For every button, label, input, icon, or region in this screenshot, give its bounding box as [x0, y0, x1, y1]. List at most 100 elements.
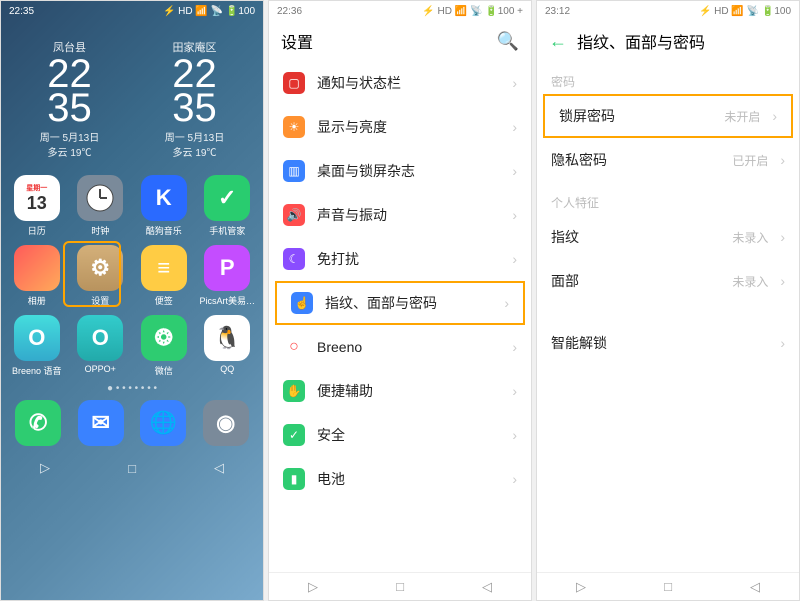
settings-row[interactable]: ○ Breeno › — [269, 325, 531, 369]
nav-back-icon[interactable]: ◁ — [750, 579, 760, 595]
header: ← 指纹、面部与密码 — [537, 21, 799, 61]
camera-icon: ◉ — [203, 400, 249, 446]
app-label: PicsArt美易… — [199, 294, 255, 307]
app-wechat[interactable]: ❂ 微信 — [134, 315, 194, 377]
row-value: 已开启 — [732, 152, 768, 169]
app-label: 手机管家 — [209, 224, 245, 237]
app-kugou[interactable]: K 酷狗音乐 — [134, 175, 194, 237]
breeno-icon: O — [14, 315, 60, 361]
settings-row[interactable]: ☀ 显示与亮度 › — [269, 105, 531, 149]
page-title: 指纹、面部与密码 — [577, 29, 787, 53]
settings-row[interactable]: ✓ 安全 › — [269, 413, 531, 457]
settings-row[interactable]: ▥ 桌面与锁屏杂志 › — [269, 149, 531, 193]
app-guard[interactable]: ✓ 手机管家 — [198, 175, 258, 237]
row-icon: ▮ — [283, 468, 305, 490]
status-bar: 22:36 ⚡ HD 📶 📡 🔋100 + — [269, 1, 531, 21]
chevron-right-icon: › — [512, 75, 517, 91]
nav-recent-icon[interactable]: ◁ — [40, 460, 50, 476]
settings-row[interactable]: 🔊 声音与振动 › — [269, 193, 531, 237]
clock-widget[interactable]: 田家庵区 22 35 周一 5月13日 多云 19℃ — [165, 39, 224, 159]
kugou-icon: K — [141, 175, 187, 221]
msg-icon: ✉ — [78, 400, 124, 446]
app-label: OPPO+ — [85, 364, 116, 374]
nav-home-icon[interactable]: □ — [128, 461, 136, 476]
app-label: QQ — [220, 364, 234, 374]
status-bar: 23:12 ⚡ HD 📶 📡 🔋100 — [537, 1, 799, 21]
dock-camera[interactable]: ◉ — [203, 400, 249, 446]
nav-bar: ◁ □ ◁ — [1, 454, 263, 482]
settings-row[interactable]: ▮ 电池 › — [269, 457, 531, 501]
dock-msg[interactable]: ✉ — [78, 400, 124, 446]
chevron-right-icon: › — [780, 229, 785, 245]
row-label: 声音与振动 — [317, 205, 500, 225]
notes-icon: ≡ — [141, 245, 187, 291]
nav-home-icon[interactable]: □ — [664, 579, 672, 594]
settings-row[interactable]: ☾ 免打扰 › — [269, 237, 531, 281]
search-icon[interactable]: 🔍 — [497, 31, 519, 52]
app-gallery[interactable]: 相册 — [7, 245, 67, 307]
widget-minute: 35 — [40, 91, 99, 125]
dock-phone[interactable]: ✆ — [15, 400, 61, 446]
chevron-right-icon: › — [512, 251, 517, 267]
app-label: 日历 — [28, 224, 46, 237]
app-calendar[interactable]: 星期一13 日历 — [7, 175, 67, 237]
settings-row[interactable]: 锁屏密码 未开启 › — [543, 94, 793, 138]
settings-row[interactable]: ☝ 指纹、面部与密码 › — [275, 281, 525, 325]
section-header-biometrics: 个人特征 — [537, 182, 799, 215]
settings-list: ▢ 通知与状态栏 › ☀ 显示与亮度 › ▥ 桌面与锁屏杂志 › 🔊 声音与振动… — [269, 61, 531, 572]
nav-back-icon[interactable]: ◁ — [214, 460, 224, 476]
app-label: 时钟 — [91, 224, 109, 237]
settings-row[interactable]: ▢ 通知与状态栏 › — [269, 61, 531, 105]
nav-home-icon[interactable]: □ — [396, 579, 404, 594]
settings-row[interactable]: 面部 未录入 › — [537, 259, 799, 303]
row-label: 免打扰 — [317, 249, 500, 269]
settings-row[interactable]: 隐私密码 已开启 › — [537, 138, 799, 182]
row-label: 指纹 — [551, 227, 720, 247]
row-label: 便捷辅助 — [317, 381, 500, 401]
widget-location: 凤台县 — [40, 39, 99, 55]
row-label: 面部 — [551, 271, 720, 291]
chevron-right-icon: › — [780, 335, 785, 351]
settings-row[interactable]: 智能解锁 › — [537, 321, 799, 365]
settings-row[interactable]: 指纹 未录入 › — [537, 215, 799, 259]
app-notes[interactable]: ≡ 便签 — [134, 245, 194, 307]
app-breeno[interactable]: O Breeno 语音 — [7, 315, 67, 377]
chevron-right-icon: › — [512, 339, 517, 355]
app-picsart[interactable]: P PicsArt美易… — [198, 245, 258, 307]
status-time: 22:35 — [9, 6, 34, 17]
settings-row[interactable]: ✋ 便捷辅助 › — [269, 369, 531, 413]
app-label: 酷狗音乐 — [146, 224, 182, 237]
nav-recent-icon[interactable]: ◁ — [576, 579, 586, 595]
chevron-right-icon: › — [512, 471, 517, 487]
settings-icon: ⚙ — [77, 245, 123, 291]
phone-settings-screen: 22:36 ⚡ HD 📶 📡 🔋100 + 设置 🔍 ▢ 通知与状态栏 › ☀ … — [268, 0, 532, 601]
row-icon: ▥ — [283, 160, 305, 182]
row-icon: ☀ — [283, 116, 305, 138]
row-icon: ▢ — [283, 72, 305, 94]
app-qq[interactable]: 🐧 QQ — [198, 315, 258, 377]
app-settings[interactable]: ⚙ 设置 — [71, 245, 131, 307]
dock-browser[interactable]: 🌐 — [140, 400, 186, 446]
app-label: Breeno 语音 — [12, 364, 62, 377]
clock-widget[interactable]: 凤台县 22 35 周一 5月13日 多云 19℃ — [40, 39, 99, 159]
nav-back-icon[interactable]: ◁ — [482, 579, 492, 595]
row-label: 桌面与锁屏杂志 — [317, 161, 500, 181]
chevron-right-icon: › — [512, 207, 517, 223]
back-icon[interactable]: ← — [549, 31, 567, 52]
widget-minute: 35 — [165, 91, 224, 125]
page-indicator: ● • • • • • • • — [1, 377, 263, 396]
status-indicators: ⚡ HD 📶 📡 🔋100 — [163, 6, 255, 17]
dock: ✆ ✉ 🌐 ◉ — [1, 396, 263, 454]
nav-recent-icon[interactable]: ◁ — [308, 579, 318, 595]
app-clock[interactable]: 时钟 — [71, 175, 131, 237]
chevron-right-icon: › — [780, 273, 785, 289]
settings-list: 密码 锁屏密码 未开启 › 隐私密码 已开启 › 个人特征 指纹 未录入 › 面… — [537, 61, 799, 572]
status-indicators: ⚡ HD 📶 📡 🔋100 — [699, 6, 791, 17]
phone-security-screen: 23:12 ⚡ HD 📶 📡 🔋100 ← 指纹、面部与密码 密码 锁屏密码 未… — [536, 0, 800, 601]
chevron-right-icon: › — [512, 383, 517, 399]
row-label: 通知与状态栏 — [317, 73, 500, 93]
row-label: 锁屏密码 — [559, 106, 712, 126]
app-label: 微信 — [155, 364, 173, 377]
app-oppo[interactable]: O OPPO+ — [71, 315, 131, 377]
qq-icon: 🐧 — [204, 315, 250, 361]
